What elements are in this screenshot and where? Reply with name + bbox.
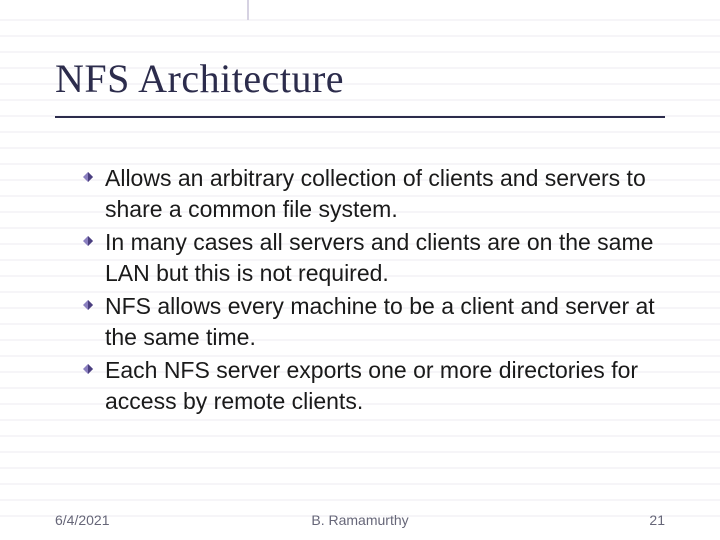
bullet-text: Each NFS server exports one or more dire… xyxy=(105,357,638,414)
diamond-bullet-icon xyxy=(83,236,93,246)
diamond-bullet-icon xyxy=(83,364,93,374)
bullet-item: Allows an arbitrary collection of client… xyxy=(83,163,665,225)
bullet-text: In many cases all servers and clients ar… xyxy=(105,229,653,286)
slide-title: NFS Architecture xyxy=(55,55,665,118)
bullet-text: NFS allows every machine to be a client … xyxy=(105,293,655,350)
slide: NFS Architecture Allows an arbitrary col… xyxy=(0,0,720,540)
bullet-item: In many cases all servers and clients ar… xyxy=(83,227,665,289)
footer-page-number: 21 xyxy=(649,512,665,528)
diamond-bullet-icon xyxy=(83,172,93,182)
footer-author: B. Ramamurthy xyxy=(0,512,720,528)
bullet-list: Allows an arbitrary collection of client… xyxy=(55,163,665,417)
diamond-bullet-icon xyxy=(83,300,93,310)
bullet-text: Allows an arbitrary collection of client… xyxy=(105,165,646,222)
bullet-item: NFS allows every machine to be a client … xyxy=(83,291,665,353)
bullet-item: Each NFS server exports one or more dire… xyxy=(83,355,665,417)
